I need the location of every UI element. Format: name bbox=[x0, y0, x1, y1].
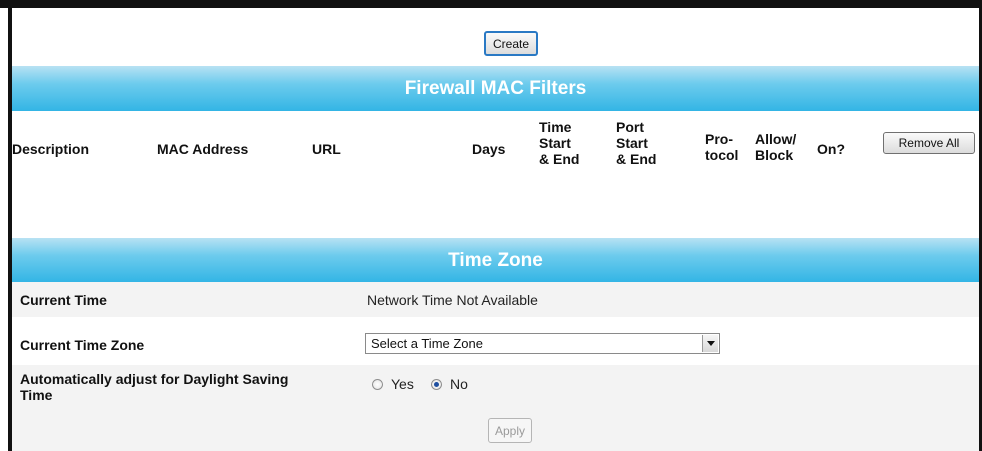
create-button[interactable]: Create bbox=[484, 31, 538, 56]
col-protocol-line1: Pro- bbox=[705, 131, 733, 147]
remove-all-button[interactable]: Remove All bbox=[883, 132, 975, 154]
col-port-line1: Port bbox=[616, 119, 644, 135]
daylight-saving-label-line1: Automatically adjust for Daylight Saving bbox=[20, 371, 289, 387]
dropdown-arrow-icon[interactable] bbox=[702, 335, 718, 352]
col-on: On? bbox=[817, 141, 845, 157]
router-config-page: Create Firewall MAC Filters Description … bbox=[0, 0, 982, 451]
col-mac-address: MAC Address bbox=[157, 141, 249, 157]
dst-no-radio[interactable] bbox=[431, 379, 442, 390]
current-time-label: Current Time bbox=[20, 292, 107, 308]
dst-yes-label[interactable]: Yes bbox=[391, 376, 414, 392]
mac-filter-table-body bbox=[12, 177, 979, 238]
col-days: Days bbox=[472, 141, 506, 157]
col-time-line2: Start bbox=[539, 135, 571, 151]
content-area: Create Firewall MAC Filters Description … bbox=[12, 8, 979, 451]
time-zone-header: Time Zone bbox=[12, 238, 979, 282]
col-url: URL bbox=[312, 141, 341, 157]
mac-filter-table-header: Description MAC Address URL Days Time St… bbox=[12, 111, 979, 177]
daylight-saving-label-line2: Time bbox=[20, 387, 53, 403]
col-time-line1: Time bbox=[539, 119, 572, 135]
dst-yes-radio[interactable] bbox=[372, 379, 383, 390]
current-time-row: Current Time Network Time Not Available bbox=[12, 282, 979, 317]
time-zone-select-value: Select a Time Zone bbox=[371, 336, 483, 351]
col-allow-block-line2: Block bbox=[755, 147, 794, 163]
apply-button[interactable]: Apply bbox=[488, 418, 532, 443]
daylight-saving-row: Automatically adjust for Daylight Saving… bbox=[12, 365, 979, 404]
col-description: Description bbox=[12, 141, 90, 157]
col-port-line2: Start bbox=[616, 135, 648, 151]
col-port-line3: & End bbox=[616, 151, 657, 167]
col-time-line3: & End bbox=[539, 151, 580, 167]
create-row: Create bbox=[12, 8, 979, 66]
window-edge bbox=[0, 0, 982, 8]
time-zone-select[interactable]: Select a Time Zone bbox=[365, 333, 720, 354]
col-protocol-line2: tocol bbox=[705, 147, 739, 163]
col-allow-block-line1: Allow/ bbox=[755, 131, 797, 147]
dst-no-label[interactable]: No bbox=[450, 376, 468, 392]
firewall-mac-filters-header: Firewall MAC Filters bbox=[12, 66, 979, 111]
current-time-zone-label: Current Time Zone bbox=[20, 337, 145, 353]
current-time-value: Network Time Not Available bbox=[367, 292, 538, 308]
